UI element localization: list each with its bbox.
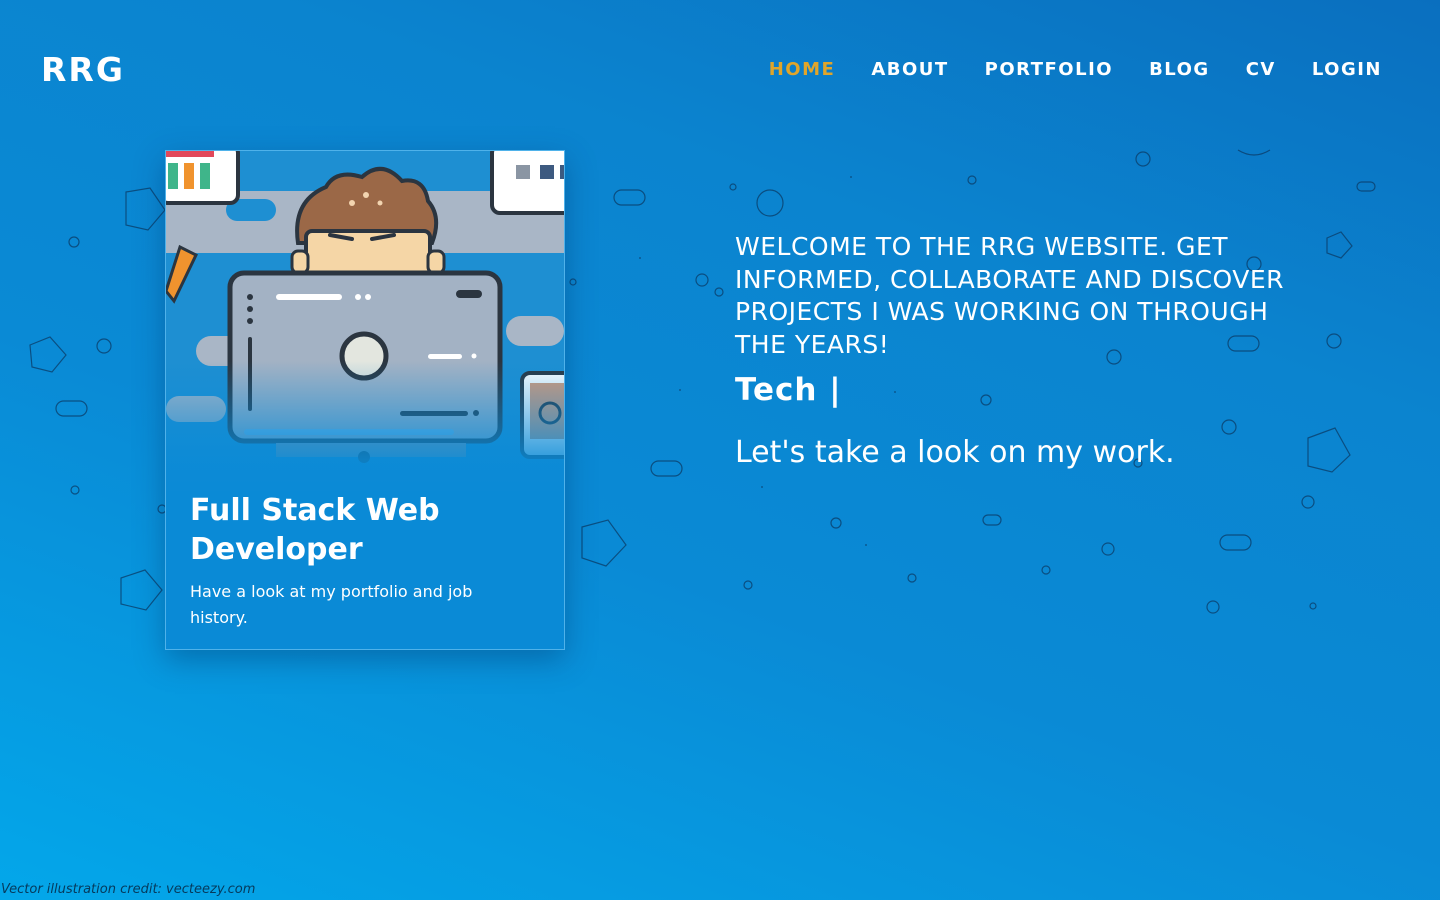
tagline: Let's take a look on my work.	[735, 435, 1175, 470]
nav-about[interactable]: ABOUT	[871, 58, 948, 82]
site-logo[interactable]: RRG	[41, 50, 125, 90]
nav-login[interactable]: LOGIN	[1312, 58, 1382, 82]
card-image-fade	[166, 361, 564, 501]
profile-card[interactable]: Full Stack Web Developer Have a look at …	[165, 150, 565, 650]
card-title: Full Stack Web Developer	[190, 493, 440, 567]
card-description: Have a look at my portfolio and job hist…	[190, 582, 473, 627]
nav-home[interactable]: HOME	[769, 58, 836, 82]
typed-text: Tech |	[735, 372, 842, 408]
nav-cv[interactable]: CV	[1246, 58, 1276, 82]
nav-blog[interactable]: BLOG	[1149, 58, 1210, 82]
illustration-credit: Vector illustration credit: vecteezy.com	[1, 882, 256, 897]
main-navigation: HOME ABOUT PORTFOLIO BLOG CV LOGIN	[733, 58, 1382, 82]
nav-portfolio[interactable]: PORTFOLIO	[985, 58, 1113, 82]
welcome-heading: WELCOME TO THE RRG WEBSITE. GET INFORMED…	[735, 232, 1285, 359]
